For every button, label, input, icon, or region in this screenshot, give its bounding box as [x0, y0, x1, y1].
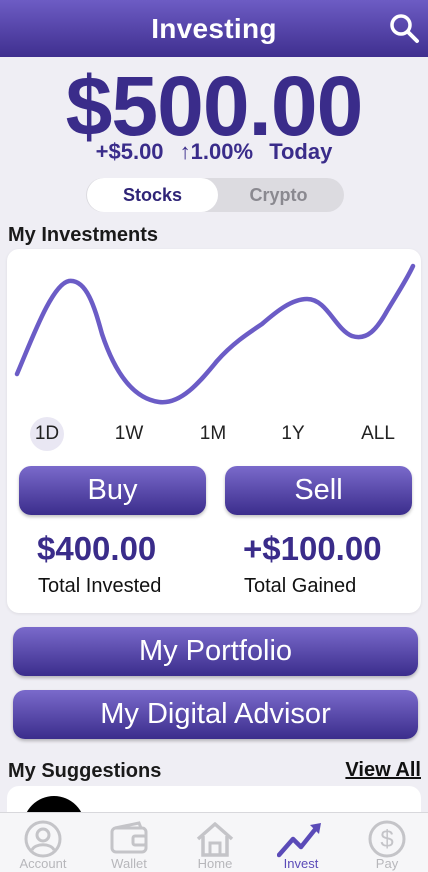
tab-home[interactable]: Home — [172, 813, 258, 872]
wallet-icon — [110, 821, 148, 854]
pay-icon: $ — [368, 820, 406, 858]
investments-card: 1D 1W 1M 1Y ALL Buy Sell $400.00 Total I… — [7, 249, 421, 613]
tab-pay-label: Pay — [375, 856, 399, 871]
bottom-tab-bar: Account Wallet Home Invest $ Pay — [0, 812, 428, 872]
range-1d[interactable]: 1D — [30, 417, 64, 451]
tab-pay[interactable]: $ Pay — [344, 813, 428, 872]
tab-wallet-label: Wallet — [111, 856, 147, 871]
tab-invest[interactable]: Invest — [258, 813, 344, 872]
asset-toggle: Stocks Crypto — [86, 178, 344, 212]
total-gained-label: Total Gained — [244, 575, 357, 597]
svg-text:$: $ — [380, 826, 393, 853]
app-header: Investing — [0, 0, 428, 57]
tab-home-label: Home — [197, 856, 233, 871]
buy-button[interactable]: Buy — [19, 466, 206, 515]
total-invested-value: $400.00 — [37, 530, 157, 567]
home-icon — [196, 822, 234, 857]
sell-button[interactable]: Sell — [225, 466, 412, 515]
change-period: Today — [269, 139, 333, 164]
chart-line — [14, 263, 416, 405]
total-invested-label: Total Invested — [38, 575, 162, 597]
change-percent: ↑1.00% — [179, 139, 254, 164]
toggle-stocks[interactable]: Stocks — [87, 178, 218, 212]
range-1y[interactable]: 1Y — [275, 417, 311, 451]
tab-invest-label: Invest — [283, 856, 319, 871]
tab-account-label: Account — [19, 856, 67, 871]
my-portfolio-button[interactable]: My Portfolio — [13, 627, 418, 676]
range-1w[interactable]: 1W — [109, 417, 149, 451]
change-amount: +$5.00 — [95, 139, 164, 164]
range-selector: 1D 1W 1M 1Y ALL — [7, 417, 421, 451]
my-digital-advisor-button[interactable]: My Digital Advisor — [13, 690, 418, 739]
range-1m[interactable]: 1M — [193, 417, 233, 451]
balance-change: +$5.00 ↑1.00% Today — [0, 139, 428, 165]
account-icon — [24, 820, 62, 858]
range-all[interactable]: ALL — [355, 417, 401, 451]
tab-wallet[interactable]: Wallet — [86, 813, 172, 872]
page-title: Investing — [151, 13, 277, 44]
total-gained-value: +$100.00 — [243, 530, 382, 567]
tab-account[interactable]: Account — [0, 813, 86, 872]
search-icon[interactable] — [388, 12, 420, 44]
invest-icon — [277, 823, 321, 858]
performance-chart — [14, 263, 416, 405]
view-all-link[interactable]: View All — [345, 759, 421, 782]
investments-heading: My Investments — [8, 224, 159, 246]
toggle-crypto[interactable]: Crypto — [213, 178, 344, 212]
suggestions-heading: My Suggestions — [8, 760, 162, 782]
